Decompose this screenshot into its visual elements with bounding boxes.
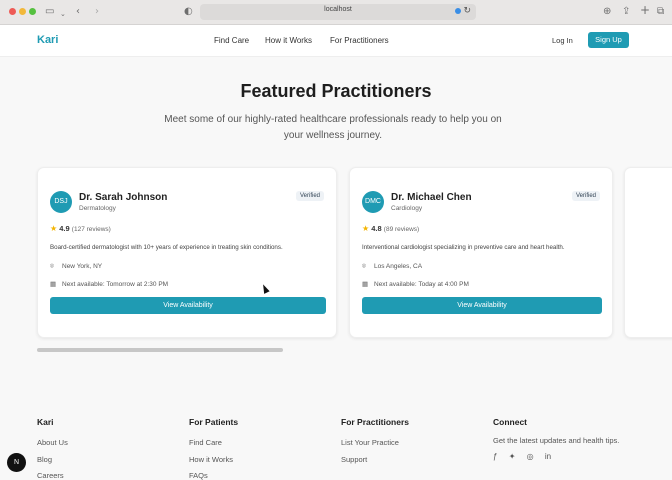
- section-title: Featured Practitioners: [240, 81, 432, 101]
- footer-link-faqs[interactable]: FAQs: [189, 468, 238, 480]
- footer-link-find-care[interactable]: Find Care: [189, 435, 238, 452]
- practitioner-card-partial: [624, 167, 672, 338]
- footer-brand-title: Kari: [37, 417, 54, 427]
- back-icon[interactable]: ‹: [76, 5, 80, 19]
- shield-icon[interactable]: ◐: [184, 5, 193, 19]
- footer-link-careers[interactable]: Careers: [37, 468, 68, 480]
- footer-connect-title: Connect: [493, 417, 527, 427]
- linkedin-icon[interactable]: in: [545, 452, 551, 461]
- location-text: Los Angeles, CA: [374, 263, 423, 270]
- practitioner-bio: Interventional cardiologist specializing…: [362, 244, 565, 251]
- view-availability-button[interactable]: View Availability: [362, 297, 602, 314]
- nav-how-it-works[interactable]: How it Works: [265, 36, 312, 45]
- practitioner-name: Dr. Sarah Johnson: [79, 192, 168, 203]
- maximize-window-button[interactable]: [29, 8, 36, 15]
- footer-link-support[interactable]: Support: [341, 452, 409, 469]
- rating-value: 4.9: [59, 224, 70, 233]
- calendar-icon: ▦: [50, 280, 57, 288]
- star-icon: ★: [50, 224, 58, 233]
- location: ⌾ Los Angeles, CA: [362, 262, 422, 271]
- site-footer: Kari About Us Blog Careers For Patients …: [0, 398, 672, 480]
- practitioner-card: DSJ Dr. Sarah Johnson Dermatology Verifi…: [37, 167, 337, 338]
- download-icon[interactable]: ⊕: [603, 5, 611, 19]
- nav-for-practitioners[interactable]: For Practitioners: [330, 36, 389, 45]
- rating-value: 4.8: [371, 224, 382, 233]
- rating: ★ 4.8 (89 reviews): [362, 224, 419, 233]
- footer-link-blog[interactable]: Blog: [37, 452, 68, 469]
- calendar-icon: ▦: [362, 280, 369, 288]
- location-text: New York, NY: [62, 263, 103, 270]
- availability-text: Next available: Tomorrow at 2:30 PM: [62, 281, 169, 288]
- star-icon: ★: [362, 224, 370, 233]
- footer-link-list-practice[interactable]: List Your Practice: [341, 435, 409, 452]
- next-availability: ▦ Next available: Tomorrow at 2:30 PM: [50, 280, 168, 288]
- map-pin-icon: ⌾: [362, 262, 366, 270]
- login-link[interactable]: Log In: [552, 36, 573, 45]
- forward-icon[interactable]: ›: [95, 5, 99, 19]
- twitter-icon[interactable]: ✦: [509, 452, 516, 461]
- rating: ★ 4.9 (127 reviews): [50, 224, 111, 233]
- footer-link-how-it-works[interactable]: How it Works: [189, 452, 238, 469]
- review-count: (89 reviews): [383, 226, 420, 233]
- reload-icon[interactable]: ↻: [463, 5, 471, 16]
- nav-find-care[interactable]: Find Care: [214, 36, 249, 45]
- review-count: (127 reviews): [71, 226, 111, 233]
- view-availability-button[interactable]: View Availability: [50, 297, 326, 314]
- practitioner-name: Dr. Michael Chen: [391, 192, 472, 203]
- avatar: DMC: [362, 191, 384, 213]
- location: ⌾ New York, NY: [50, 262, 102, 271]
- tabs-overview-icon[interactable]: ⧉: [657, 5, 664, 19]
- availability-text: Next available: Today at 4:00 PM: [374, 281, 469, 288]
- practitioner-card: DMC Dr. Michael Chen Cardiology Verified…: [349, 167, 613, 338]
- avatar: DSJ: [50, 191, 72, 213]
- social-links: ƒ ✦ ◎ in: [493, 452, 623, 461]
- footer-practitioners-title: For Practitioners: [341, 417, 410, 427]
- footer-link-about[interactable]: About Us: [37, 435, 68, 452]
- practitioner-specialty: Dermatology: [79, 205, 116, 212]
- minimize-window-button[interactable]: [19, 8, 26, 15]
- practitioner-bio: Board-certified dermatologist with 10+ y…: [50, 244, 283, 251]
- site-header: Kari Find Care How it Works For Practiti…: [0, 25, 672, 57]
- share-icon[interactable]: ⇪: [622, 5, 630, 19]
- instagram-icon[interactable]: ◎: [527, 452, 534, 461]
- next-availability: ▦ Next available: Today at 4:00 PM: [362, 280, 469, 288]
- footer-column-brand: Kari About Us Blog Careers: [37, 417, 68, 480]
- footer-patients-title: For Patients: [189, 417, 239, 427]
- verified-badge: Verified: [296, 191, 325, 201]
- footer-column-practitioners: For Practitioners List Your Practice Sup…: [341, 417, 409, 468]
- address-bar[interactable]: localhost ↻: [200, 4, 476, 20]
- url-text: localhost: [324, 6, 352, 13]
- facebook-icon[interactable]: ƒ: [493, 452, 497, 461]
- section-subtitle: Meet some of our highly-rated healthcare…: [164, 114, 502, 141]
- browser-toolbar: ▭ ⌄ ‹ › ◐ localhost ↻ ⊕ ⇪ + ⧉: [0, 0, 672, 25]
- footer-connect-text: Get the latest updates and health tips.: [493, 436, 620, 445]
- sidebar-icon[interactable]: ▭: [45, 5, 54, 19]
- footer-column-connect: Connect Get the latest updates and healt…: [493, 417, 623, 461]
- signup-button[interactable]: Sign Up: [588, 32, 629, 48]
- dev-tools-badge[interactable]: N: [7, 453, 26, 472]
- verified-badge: Verified: [572, 191, 601, 201]
- close-window-button[interactable]: [9, 8, 16, 15]
- footer-column-patients: For Patients Find Care How it Works FAQs: [189, 417, 238, 480]
- map-pin-icon: ⌾: [50, 262, 54, 270]
- chevron-down-icon[interactable]: ⌄: [60, 7, 66, 21]
- new-tab-icon[interactable]: +: [640, 3, 650, 17]
- practitioner-specialty: Cardiology: [391, 205, 423, 212]
- logo[interactable]: Kari: [37, 34, 58, 46]
- extension-icon[interactable]: [455, 8, 461, 14]
- carousel-scrollbar[interactable]: [37, 348, 283, 352]
